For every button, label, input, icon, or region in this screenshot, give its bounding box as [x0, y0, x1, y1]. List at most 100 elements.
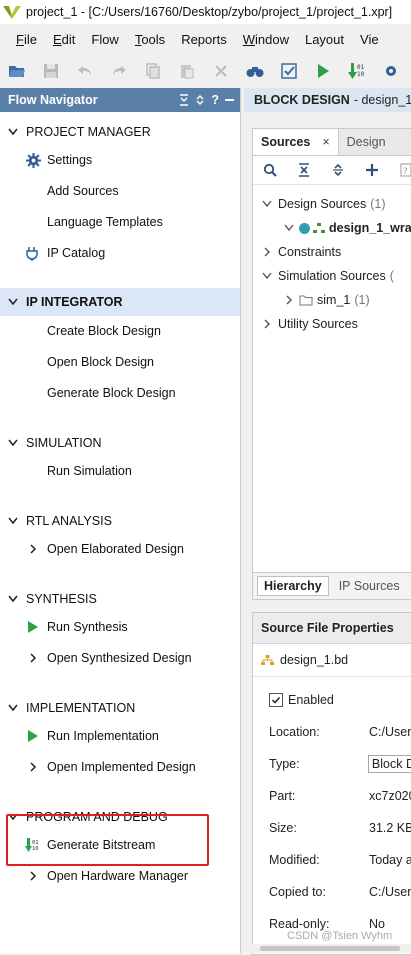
menu-edit[interactable]: Edit — [45, 32, 83, 47]
section-simulation[interactable]: SIMULATION — [0, 429, 240, 457]
flow-item-label: Create Block Design — [47, 324, 161, 338]
chevron-down-icon — [8, 704, 18, 712]
collapse-all-icon[interactable] — [287, 156, 321, 184]
menu-tools[interactable]: Tools — [127, 32, 173, 47]
chevron-right-icon[interactable] — [263, 247, 271, 257]
flow-item-run-simulation[interactable]: Run Simulation — [0, 458, 240, 484]
checkmark-icon — [271, 696, 281, 704]
collapse-all-icon[interactable] — [179, 94, 189, 106]
tab-hierarchy[interactable]: Hierarchy — [257, 576, 329, 596]
open-project-icon[interactable] — [0, 57, 34, 85]
settings-icon[interactable] — [374, 57, 408, 85]
chevron-down-icon[interactable] — [262, 272, 272, 280]
prop-value: Today a — [369, 853, 411, 867]
expand-all-icon[interactable] — [321, 156, 355, 184]
prop-key: Modified: — [269, 853, 320, 867]
redo-icon[interactable] — [102, 57, 136, 85]
type-dropdown[interactable]: Block D — [367, 755, 411, 773]
flow-item-open-synthesized-design[interactable]: Open Synthesized Design — [0, 645, 240, 671]
section-project-manager[interactable]: PROJECT MANAGER — [0, 118, 240, 146]
flow-item-create-block-design[interactable]: Create Block Design — [0, 318, 240, 344]
tree-label: Simulation Sources — [278, 269, 386, 283]
expand-all-icon[interactable] — [195, 94, 205, 106]
flow-item-open-elaborated-design[interactable]: Open Elaborated Design — [0, 536, 240, 562]
block-design-file-icon — [261, 654, 274, 665]
menu-view[interactable]: Vie — [352, 32, 387, 47]
chevron-down-icon — [8, 517, 18, 525]
menu-layout[interactable]: Layout — [297, 32, 352, 47]
enabled-checkbox-row[interactable]: Enabled — [269, 693, 334, 707]
main-toolbar: 01 10 — [0, 56, 411, 86]
close-icon[interactable]: × — [322, 135, 329, 149]
prop-value: C:/User — [369, 885, 411, 899]
delete-icon[interactable] — [204, 57, 238, 85]
section-ip-integrator[interactable]: IP INTEGRATOR — [0, 288, 240, 316]
run-icon[interactable] — [306, 57, 340, 85]
chevron-right-icon[interactable] — [29, 871, 37, 881]
flow-item-open-implemented-design[interactable]: Open Implemented Design — [0, 754, 240, 780]
chevron-down-icon[interactable] — [262, 200, 272, 208]
flow-item-ip-catalog[interactable]: IP Catalog — [0, 240, 240, 266]
flow-item-open-block-design[interactable]: Open Block Design — [0, 349, 240, 375]
help-icon[interactable]: ? — [211, 93, 219, 107]
undo-icon[interactable] — [68, 57, 102, 85]
section-label: RTL ANALYSIS — [26, 514, 112, 528]
flow-item-label: Open Hardware Manager — [47, 869, 189, 883]
help-icon[interactable]: ? — [389, 156, 411, 184]
block-design-header: BLOCK DESIGN - design_1 — [244, 88, 411, 112]
vivado-logo-icon — [3, 6, 21, 19]
scrollbar-thumb[interactable] — [260, 946, 400, 951]
flow-item-label: Generate Block Design — [47, 386, 176, 400]
menu-flow[interactable]: Flow — [83, 32, 126, 47]
prop-key: Part: — [269, 789, 296, 803]
chevron-right-icon[interactable] — [29, 544, 37, 554]
tree-count: ( — [389, 269, 394, 283]
section-implementation[interactable]: IMPLEMENTATION — [0, 694, 240, 722]
save-icon[interactable] — [34, 57, 68, 85]
tree-sim-1[interactable]: sim_1 (1) — [281, 289, 370, 311]
tree-utility-sources[interactable]: Utility Sources — [259, 313, 358, 335]
tab-design[interactable]: Design — [339, 129, 394, 155]
section-rtl-analysis[interactable]: RTL ANALYSIS — [0, 507, 240, 535]
search-icon[interactable] — [253, 156, 287, 184]
ip-plug-icon — [26, 246, 38, 261]
check-icon[interactable] — [272, 57, 306, 85]
flow-item-label: Open Block Design — [47, 355, 155, 369]
section-synthesis[interactable]: SYNTHESIS — [0, 585, 240, 613]
add-icon[interactable] — [355, 156, 389, 184]
binoculars-icon[interactable] — [238, 57, 272, 85]
flow-item-generate-block-design[interactable]: Generate Block Design — [0, 380, 240, 406]
horizontal-scrollbar[interactable] — [252, 944, 411, 953]
flow-item-settings[interactable]: Settings — [0, 147, 240, 173]
flow-item-run-implementation[interactable]: Run Implementation — [0, 723, 240, 749]
prop-value: xc7z020 — [369, 789, 411, 803]
bitstream-icon[interactable]: 01 10 — [340, 57, 374, 85]
enabled-checkbox[interactable] — [269, 693, 283, 707]
tab-sources[interactable]: Sources × — [253, 129, 339, 155]
selected-file: design_1.bd — [253, 644, 411, 677]
block-design-label: BLOCK DESIGN — [254, 93, 350, 107]
tree-simulation-sources[interactable]: Simulation Sources ( — [259, 265, 394, 287]
tab-ip-sources[interactable]: IP Sources — [333, 577, 406, 595]
chevron-down-icon[interactable] — [284, 224, 294, 232]
flow-item-label: IP Catalog — [47, 246, 106, 260]
minimize-icon[interactable] — [225, 99, 234, 101]
flow-item-open-hardware-manager[interactable]: Open Hardware Manager — [0, 863, 240, 889]
chevron-right-icon[interactable] — [29, 762, 37, 772]
chevron-right-icon[interactable] — [263, 319, 271, 329]
tree-design-sources[interactable]: Design Sources (1) — [259, 193, 386, 215]
chevron-right-icon[interactable] — [285, 295, 293, 305]
paste-icon[interactable] — [170, 57, 204, 85]
copy-icon[interactable] — [136, 57, 170, 85]
flow-item-language-templates[interactable]: Language Templates — [0, 209, 240, 235]
menu-window[interactable]: Window — [235, 32, 297, 47]
flow-item-add-sources[interactable]: Add Sources — [0, 178, 240, 204]
chevron-right-icon[interactable] — [29, 653, 37, 663]
tree-design-wrapper[interactable]: design_1_wrap — [281, 217, 411, 239]
tree-constraints[interactable]: Constraints — [259, 241, 341, 263]
section-label: SYNTHESIS — [26, 592, 97, 606]
flow-item-run-synthesis[interactable]: Run Synthesis — [0, 614, 240, 640]
source-file-properties-panel: Source File Properties design_1.bd Enabl… — [252, 612, 411, 955]
menu-file[interactable]: File — [0, 32, 45, 47]
menu-reports[interactable]: Reports — [173, 32, 235, 47]
